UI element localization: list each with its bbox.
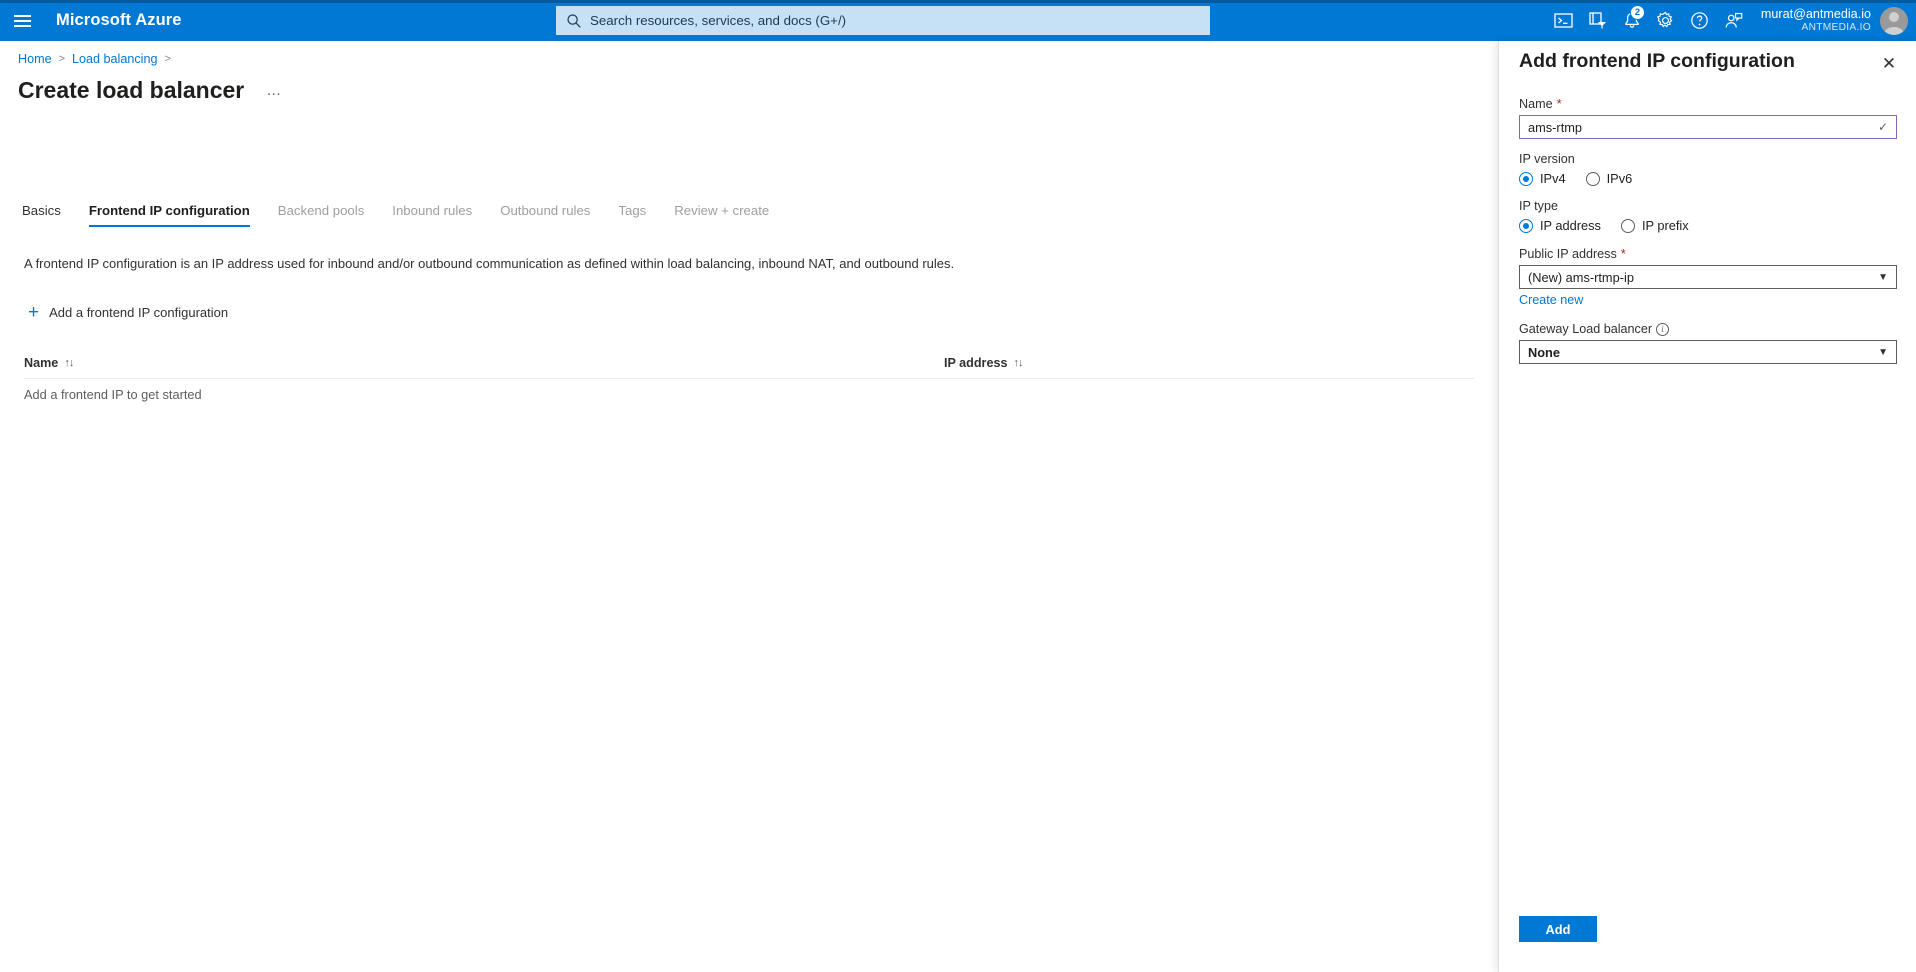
account-org: ANTMEDIA.IO	[1801, 21, 1871, 33]
plus-icon: +	[28, 302, 40, 323]
radio-ipv4-label: IPv4	[1540, 171, 1566, 186]
ip-version-group: IP version IPv4 IPv6	[1519, 152, 1897, 186]
radio-ip-prefix-indicator	[1620, 218, 1635, 233]
gateway-lb-group: Gateway Load balancer i None ▼	[1519, 322, 1897, 364]
sort-arrows-icon: ↑↓	[64, 356, 74, 369]
tab-inbound-rules: Inbound rules	[392, 203, 473, 218]
avatar[interactable]	[1880, 6, 1908, 35]
radio-ip-address[interactable]: IP address	[1519, 218, 1601, 233]
tab-tags: Tags	[618, 203, 647, 218]
breadcrumb-item-load-balancing[interactable]: Load balancing	[72, 52, 157, 66]
directories-subscriptions-icon[interactable]	[1581, 0, 1615, 41]
column-header-name-label: Name	[24, 355, 59, 370]
column-header-name[interactable]: Name ↑↓	[24, 356, 944, 370]
name-field-label: Name *	[1519, 96, 1897, 111]
radio-ipv4-indicator	[1519, 171, 1533, 186]
feedback-person-icon[interactable]	[1717, 0, 1751, 41]
create-new-public-ip-link[interactable]: Create new	[1519, 293, 1583, 307]
breadcrumb: Home > Load balancing >	[18, 52, 171, 66]
search-placeholder: Search resources, services, and docs (G+…	[590, 13, 847, 28]
table-empty-row: Add a frontend IP to get started	[24, 379, 1474, 409]
ip-type-label: IP type	[1519, 199, 1897, 213]
panel-header: Add frontend IP configuration ✕	[1519, 50, 1902, 76]
breadcrumb-separator: >	[164, 53, 171, 65]
tab-frontend-ip-configuration[interactable]: Frontend IP configuration	[75, 199, 264, 227]
chevron-down-icon: ▼	[1878, 346, 1888, 358]
account-email: murat@antmedia.io	[1760, 7, 1871, 22]
checkmark-icon: ✓	[1877, 120, 1888, 134]
page-title-row: Create load balancer …	[18, 77, 287, 104]
hamburger-icon[interactable]	[0, 0, 44, 41]
ip-type-group: IP type IP address IP prefix	[1519, 199, 1897, 233]
azure-brand-label[interactable]: Microsoft Azure	[56, 11, 182, 30]
ip-type-label-text: IP type	[1519, 199, 1558, 213]
add-frontend-ip-panel: Add frontend IP configuration ✕ Name * a…	[1498, 41, 1916, 972]
required-asterisk: *	[1620, 246, 1626, 261]
public-ip-label-text: Public IP address	[1519, 246, 1617, 261]
main-content: Home > Load balancing > Create load bala…	[0, 41, 1498, 931]
add-frontend-ip-label: Add a frontend IP configuration	[49, 305, 229, 320]
wizard-tabs: Basics Frontend IP configuration Backend…	[18, 199, 783, 227]
radio-ip-prefix-label: IP prefix	[1641, 218, 1689, 233]
cloud-shell-icon[interactable]	[1547, 0, 1581, 41]
radio-ipv6-indicator	[1585, 171, 1600, 186]
radio-ipv4[interactable]: IPv4	[1519, 171, 1566, 186]
ip-version-label: IP version	[1519, 152, 1897, 166]
public-ip-group: Public IP address * (New) ams-rtmp-ip ▼ …	[1519, 246, 1897, 309]
search-icon	[567, 13, 581, 28]
table-header-row: Name ↑↓ IP address ↑↓	[24, 347, 1474, 379]
global-header: Microsoft Azure Search resources, servic…	[0, 0, 1916, 41]
radio-ip-address-indicator	[1519, 218, 1533, 233]
radio-ip-prefix[interactable]: IP prefix	[1620, 218, 1689, 233]
gateway-lb-select[interactable]: None ▼	[1519, 340, 1897, 364]
notifications-bell-icon[interactable]: 2	[1615, 0, 1649, 41]
info-icon[interactable]: i	[1656, 322, 1670, 336]
column-header-ip-address[interactable]: IP address ↑↓	[944, 355, 1023, 370]
notification-count-badge: 2	[1629, 5, 1645, 20]
table-empty-message: Add a frontend IP to get started	[24, 386, 202, 402]
name-input[interactable]: ams-rtmp ✓	[1519, 115, 1897, 139]
gateway-lb-label-text: Gateway Load balancer	[1519, 322, 1653, 336]
ip-version-radio-group: IPv4 IPv6	[1519, 171, 1897, 186]
account-text: murat@antmedia.io ANTMEDIA.IO	[1761, 7, 1871, 33]
chevron-down-icon: ▼	[1878, 271, 1888, 283]
help-question-icon[interactable]	[1683, 0, 1717, 41]
name-label-text: Name	[1519, 96, 1553, 111]
public-ip-select[interactable]: (New) ams-rtmp-ip ▼	[1519, 265, 1897, 289]
header-icon-group: 2 murat@antmedia.io ANTMEDIA.IO	[1547, 0, 1916, 41]
tab-basics[interactable]: Basics	[18, 199, 75, 227]
panel-footer: Add	[1519, 916, 1597, 942]
add-button[interactable]: Add	[1519, 916, 1597, 942]
ip-version-label-text: IP version	[1519, 152, 1575, 166]
radio-ipv6-label: IPv6	[1606, 171, 1633, 186]
gateway-lb-selected-value: None	[1528, 344, 1560, 360]
radio-ipv6[interactable]: IPv6	[1585, 171, 1633, 186]
global-search-input[interactable]: Search resources, services, and docs (G+…	[556, 6, 1210, 35]
gateway-lb-label: Gateway Load balancer i	[1519, 322, 1897, 336]
name-input-value: ams-rtmp	[1528, 119, 1583, 135]
add-frontend-ip-button[interactable]: + Add a frontend IP configuration	[28, 303, 228, 322]
column-header-ip-address-label: IP address	[944, 355, 1008, 370]
radio-ip-address-label: IP address	[1540, 218, 1601, 233]
required-asterisk: *	[1556, 96, 1562, 111]
section-description: A frontend IP configuration is an IP add…	[24, 256, 955, 271]
ip-type-radio-group: IP address IP prefix	[1519, 218, 1897, 233]
name-field-group: Name * ams-rtmp ✓	[1519, 96, 1897, 139]
breadcrumb-separator: >	[58, 53, 66, 65]
tab-review-create: Review + create	[674, 203, 770, 218]
page-title: Create load balancer	[18, 77, 245, 103]
public-ip-selected-value: (New) ams-rtmp-ip	[1528, 269, 1634, 285]
panel-body: Name * ams-rtmp ✓ IP version IPv4 IPv6 I…	[1519, 96, 1897, 377]
close-icon[interactable]: ✕	[1876, 50, 1902, 76]
azure-portal-page: Microsoft Azure Search resources, servic…	[0, 0, 1916, 972]
panel-title: Add frontend IP configuration	[1519, 50, 1795, 72]
public-ip-label: Public IP address *	[1519, 246, 1897, 261]
tab-backend-pools: Backend pools	[277, 203, 365, 218]
account-menu[interactable]: murat@antmedia.io ANTMEDIA.IO	[1761, 6, 1908, 35]
breadcrumb-item-home[interactable]: Home	[18, 52, 52, 66]
tab-outbound-rules: Outbound rules	[500, 203, 591, 218]
more-options-icon[interactable]: …	[262, 80, 287, 101]
settings-gear-icon[interactable]	[1649, 0, 1683, 41]
sort-arrows-icon: ↑↓	[1013, 356, 1023, 369]
